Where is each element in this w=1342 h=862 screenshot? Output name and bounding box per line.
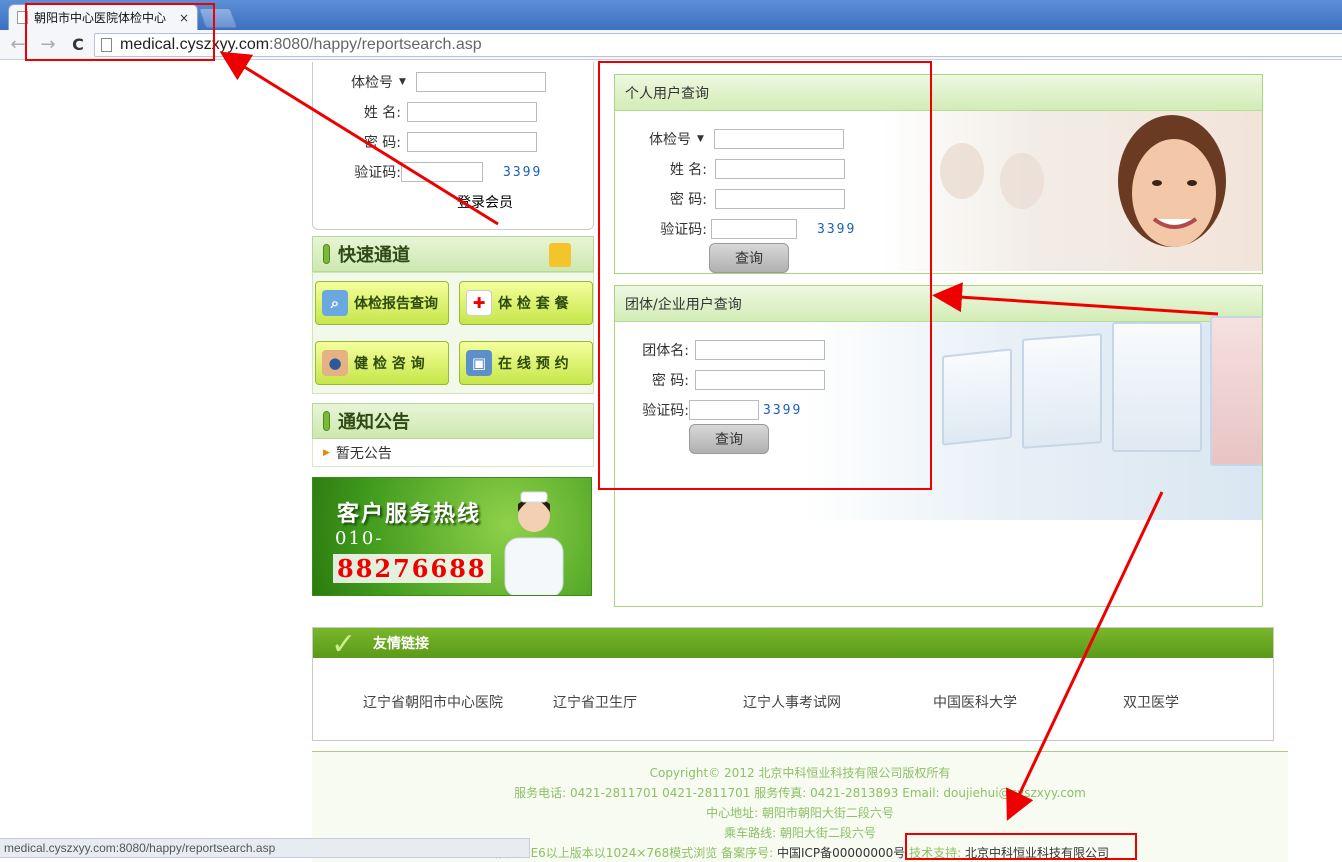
nurse-image — [504, 491, 564, 595]
exam-number-input[interactable] — [415, 72, 546, 92]
link-shuangwei[interactable]: 双卫医学 — [1123, 692, 1179, 712]
footer-icp[interactable]: 中国ICP备00000000号 — [777, 846, 905, 860]
link-liaoning-health[interactable]: 辽宁省卫生厅 — [553, 692, 637, 712]
footer-copyright: Copyright© 2012 北京中科恒业科技有限公司版权所有 — [649, 766, 951, 780]
report-query-label: 体检报告查询 — [354, 296, 438, 312]
friend-links-box: ✓ 友情链接 辽宁省朝阳市中心医院 辽宁省卫生厅 辽宁人事考试网 中国医科大学 … — [312, 627, 1274, 741]
address-bar[interactable]: medical.cyszxyy.com:8080/happy/reportsea… — [94, 33, 1342, 57]
monitor-image — [942, 348, 1012, 446]
online-booking-button[interactable]: ▣ 在 线 预 约 — [459, 341, 593, 385]
left-login-box: 体检号 ▼ 姓 名: 密 码: 验证码: 3399 登录会员 — [312, 62, 594, 230]
name-label: 姓 名: — [363, 105, 401, 121]
annotation-box-support — [905, 833, 1137, 860]
notice-header: 通知公告 — [312, 403, 594, 439]
footer-address: 中心地址: 朝阳市朝阳大街二段六号 — [706, 806, 894, 820]
password-input[interactable] — [407, 132, 537, 152]
checkmark-icon: ✓ — [331, 627, 357, 662]
friend-links-header: ✓ 友情链接 — [313, 627, 1273, 662]
pill-icon — [323, 411, 330, 431]
password-label: 密 码: — [363, 135, 401, 151]
online-booking-label: 在 线 预 约 — [498, 356, 569, 372]
pill-icon — [323, 244, 330, 264]
person-icon: ● — [322, 350, 348, 376]
hotline-number: 88276688 — [333, 554, 491, 583]
report-search-icon: ⌕ — [322, 290, 348, 316]
annotation-box-url — [25, 3, 215, 61]
exam-number-row: 体检号 ▼ — [339, 72, 546, 92]
computer-icon: ▣ — [466, 350, 492, 376]
signpost-icon — [549, 243, 571, 267]
hotline-area-code: 010- — [335, 528, 384, 549]
captcha-input[interactable] — [401, 162, 483, 182]
quick-access-header: 快速通道 — [312, 236, 594, 272]
captcha-label: 验证码: — [354, 165, 401, 181]
notice-title: 通知公告 — [338, 412, 410, 433]
quick-access-title: 快速通道 — [338, 245, 410, 266]
password-row: 密 码: — [339, 132, 537, 152]
friend-links-title: 友情链接 — [373, 636, 429, 652]
captcha-row: 验证码: 3399 — [339, 162, 542, 182]
annotation-box-panels — [598, 61, 932, 490]
notice-list: ▶ 暂无公告 — [312, 439, 594, 467]
name-input[interactable] — [407, 102, 537, 122]
link-liaoning-exam[interactable]: 辽宁人事考试网 — [743, 692, 841, 712]
exam-package-label: 体 检 套 餐 — [498, 296, 569, 312]
bullet-icon: ▶ — [323, 447, 330, 458]
exam-number-label: 体检号 — [351, 75, 393, 91]
health-consult-label: 健 检 咨 询 — [354, 356, 425, 372]
monitor-image — [1210, 316, 1262, 466]
health-consult-button[interactable]: ● 健 检 咨 询 — [315, 341, 449, 385]
footer-contact: 服务电话: 0421-2811701 0421-2811701 服务传真: 04… — [514, 786, 1086, 800]
link-cmu[interactable]: 中国医科大学 — [933, 692, 1017, 712]
footer-browser-note: 请采用IE6以上版本以1024×768模式浏览 备案序号: — [491, 846, 774, 860]
hotline-banner: 客户服务热线 010- 88276688 — [312, 477, 592, 596]
notice-item[interactable]: 暂无公告 — [336, 443, 392, 463]
report-query-button[interactable]: ⌕ 体检报告查询 — [315, 281, 449, 325]
status-bar: medical.cyszxyy.com:8080/happy/reportsea… — [0, 838, 530, 858]
link-chaoyang-hospital[interactable]: 辽宁省朝阳市中心医院 — [363, 692, 503, 712]
member-login-link[interactable]: 登录会员 — [457, 192, 513, 212]
hotline-title: 客户服务热线 — [337, 502, 482, 527]
monitor-image — [1112, 322, 1202, 452]
people-photo — [882, 111, 1262, 271]
quick-access-panel: ⌕ 体检报告查询 ✚ 体 检 套 餐 ● 健 检 咨 询 ▣ 在 线 预 约 — [312, 272, 594, 394]
dropdown-icon[interactable]: ▼ — [399, 77, 406, 87]
name-row: 姓 名: — [339, 102, 537, 122]
captcha-code: 3399 — [503, 164, 543, 180]
exam-package-button[interactable]: ✚ 体 检 套 餐 — [459, 281, 593, 325]
monitor-image — [1022, 333, 1102, 449]
first-aid-icon: ✚ — [466, 290, 492, 316]
people-illustration — [940, 115, 1226, 247]
url-path: :8080/happy/reportsearch.asp — [269, 36, 482, 53]
